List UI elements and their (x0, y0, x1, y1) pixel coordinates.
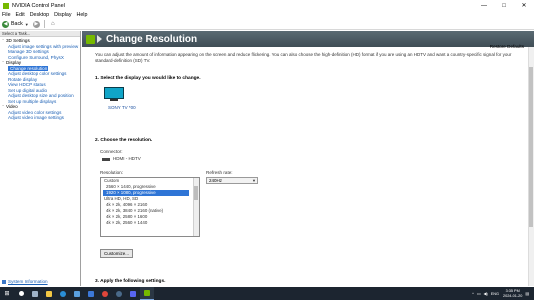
page-scrollbar-thumb[interactable] (529, 67, 533, 227)
refresh-rate-value: 240Hz (209, 178, 223, 183)
monitor-stand (110, 99, 118, 101)
discord-icon[interactable] (126, 287, 140, 300)
back-arrow-icon[interactable]: ◀ (2, 20, 9, 28)
refresh-rate-label: Refresh rate: (206, 170, 233, 175)
tree-category-label: Video (6, 104, 18, 109)
hdmi-connector-icon (102, 158, 110, 161)
page-banner: Change Resolution (82, 31, 534, 47)
window-title: NVIDIA Control Panel (12, 2, 65, 9)
volume-icon[interactable]: ◀) (484, 291, 488, 296)
chevron-down-icon[interactable]: ▼ (25, 22, 29, 27)
nvidia-logo-icon (86, 34, 95, 44)
section-apply-settings: 3. Apply the following settings. (95, 279, 166, 284)
home-icon[interactable]: ⌂ (49, 21, 57, 28)
info-icon (2, 279, 6, 284)
forward-arrow-icon[interactable]: ▶ (32, 20, 40, 28)
windows-start-icon[interactable]: ⊞ (0, 287, 14, 300)
display-label[interactable]: SONY TV *00 (108, 105, 136, 110)
menu-desktop[interactable]: Desktop (30, 12, 49, 18)
monitor-icon (104, 87, 124, 99)
tree-category-label: Display (6, 60, 22, 65)
maximize-button[interactable]: □ (494, 0, 514, 11)
notification-icon[interactable]: ▤ (525, 291, 529, 296)
resolution-listbox[interactable]: Custom 2560 × 1440, progressive 1920 × 108… (100, 177, 200, 237)
menu-edit[interactable]: Edit (16, 12, 25, 18)
edge-browser-icon[interactable] (56, 287, 70, 300)
tree-task-link[interactable]: Adjust video image settings (0, 115, 80, 121)
store-icon[interactable] (70, 287, 84, 300)
taskbar: ⊞ ^ ▭ ◀) ENG 3:35 PM 2024-01-20 ▤ (0, 287, 534, 300)
customize-button[interactable]: Customize... (100, 249, 133, 258)
close-button[interactable]: ✕ (514, 0, 534, 11)
mail-icon[interactable] (84, 287, 98, 300)
display-tile[interactable] (104, 87, 124, 102)
chevron-down-icon: ▼ (252, 178, 256, 183)
tree-task-link[interactable]: Adjust desktop size and position (0, 93, 80, 99)
scrollbar-thumb[interactable] (194, 186, 198, 200)
task-view-icon[interactable] (28, 287, 42, 300)
task-panel: Select a Task... −3D Settings Adjust imag… (0, 31, 81, 286)
system-information-link[interactable]: System Information (2, 279, 48, 284)
clock[interactable]: 3:35 PM 2024-01-20 (503, 289, 522, 298)
listbox-scrollbar[interactable] (193, 178, 199, 236)
language-indicator[interactable]: ENG (491, 292, 499, 296)
network-icon[interactable]: ▭ (477, 291, 481, 296)
title-bar: NVIDIA Control Panel — □ ✕ (0, 0, 534, 11)
resolution-label: Resolution: (100, 170, 123, 175)
menu-display[interactable]: Display (54, 12, 71, 18)
arrow-icon (97, 35, 102, 43)
page-scrollbar[interactable] (528, 47, 534, 286)
back-button[interactable]: Back (11, 21, 23, 27)
restore-defaults-link[interactable]: Restore Defaults (490, 44, 524, 49)
system-tray: ^ ▭ ◀) ENG 3:35 PM 2024-01-20 ▤ (469, 287, 529, 300)
connector-value: HDMI - HDTV (113, 156, 141, 161)
system-information-label: System Information (8, 279, 48, 284)
file-explorer-icon[interactable] (42, 287, 56, 300)
task-tree: −3D Settings Adjust image settings with p… (0, 37, 80, 121)
nvidia-icon (3, 2, 9, 9)
nvidia-taskbar-icon[interactable] (140, 287, 154, 300)
chrome-icon[interactable] (98, 287, 112, 300)
minimize-button[interactable]: — (474, 0, 494, 11)
section-choose-resolution: 2. Choose the resolution. (95, 138, 153, 143)
clock-date: 2024-01-20 (502, 293, 523, 298)
search-icon[interactable] (14, 287, 28, 300)
tray-chevron-icon[interactable]: ^ (472, 292, 474, 296)
refresh-rate-select[interactable]: 240Hz ▼ (206, 177, 258, 184)
connector-label: Connector: (100, 149, 123, 154)
section-select-display: 1. Select the display you would like to … (95, 76, 201, 81)
menu-help[interactable]: Help (77, 12, 88, 18)
content-pane: Change Resolution Restore Defaults You c… (82, 31, 534, 286)
steam-icon[interactable] (112, 287, 126, 300)
page-description: You can adjust the amount of information… (95, 52, 512, 63)
menu-file[interactable]: File (2, 12, 11, 18)
toolbar: ◀ Back ▼ ▶ ⌂ (0, 19, 534, 30)
resolution-option[interactable]: 4k × 2k, 2560 × 1440 (101, 220, 199, 226)
page-title: Change Resolution (106, 33, 198, 45)
tree-category-label: 3D Settings (6, 38, 30, 43)
menu-bar: File Edit Desktop Display Help (0, 11, 534, 19)
toolbar-divider (43, 20, 45, 28)
